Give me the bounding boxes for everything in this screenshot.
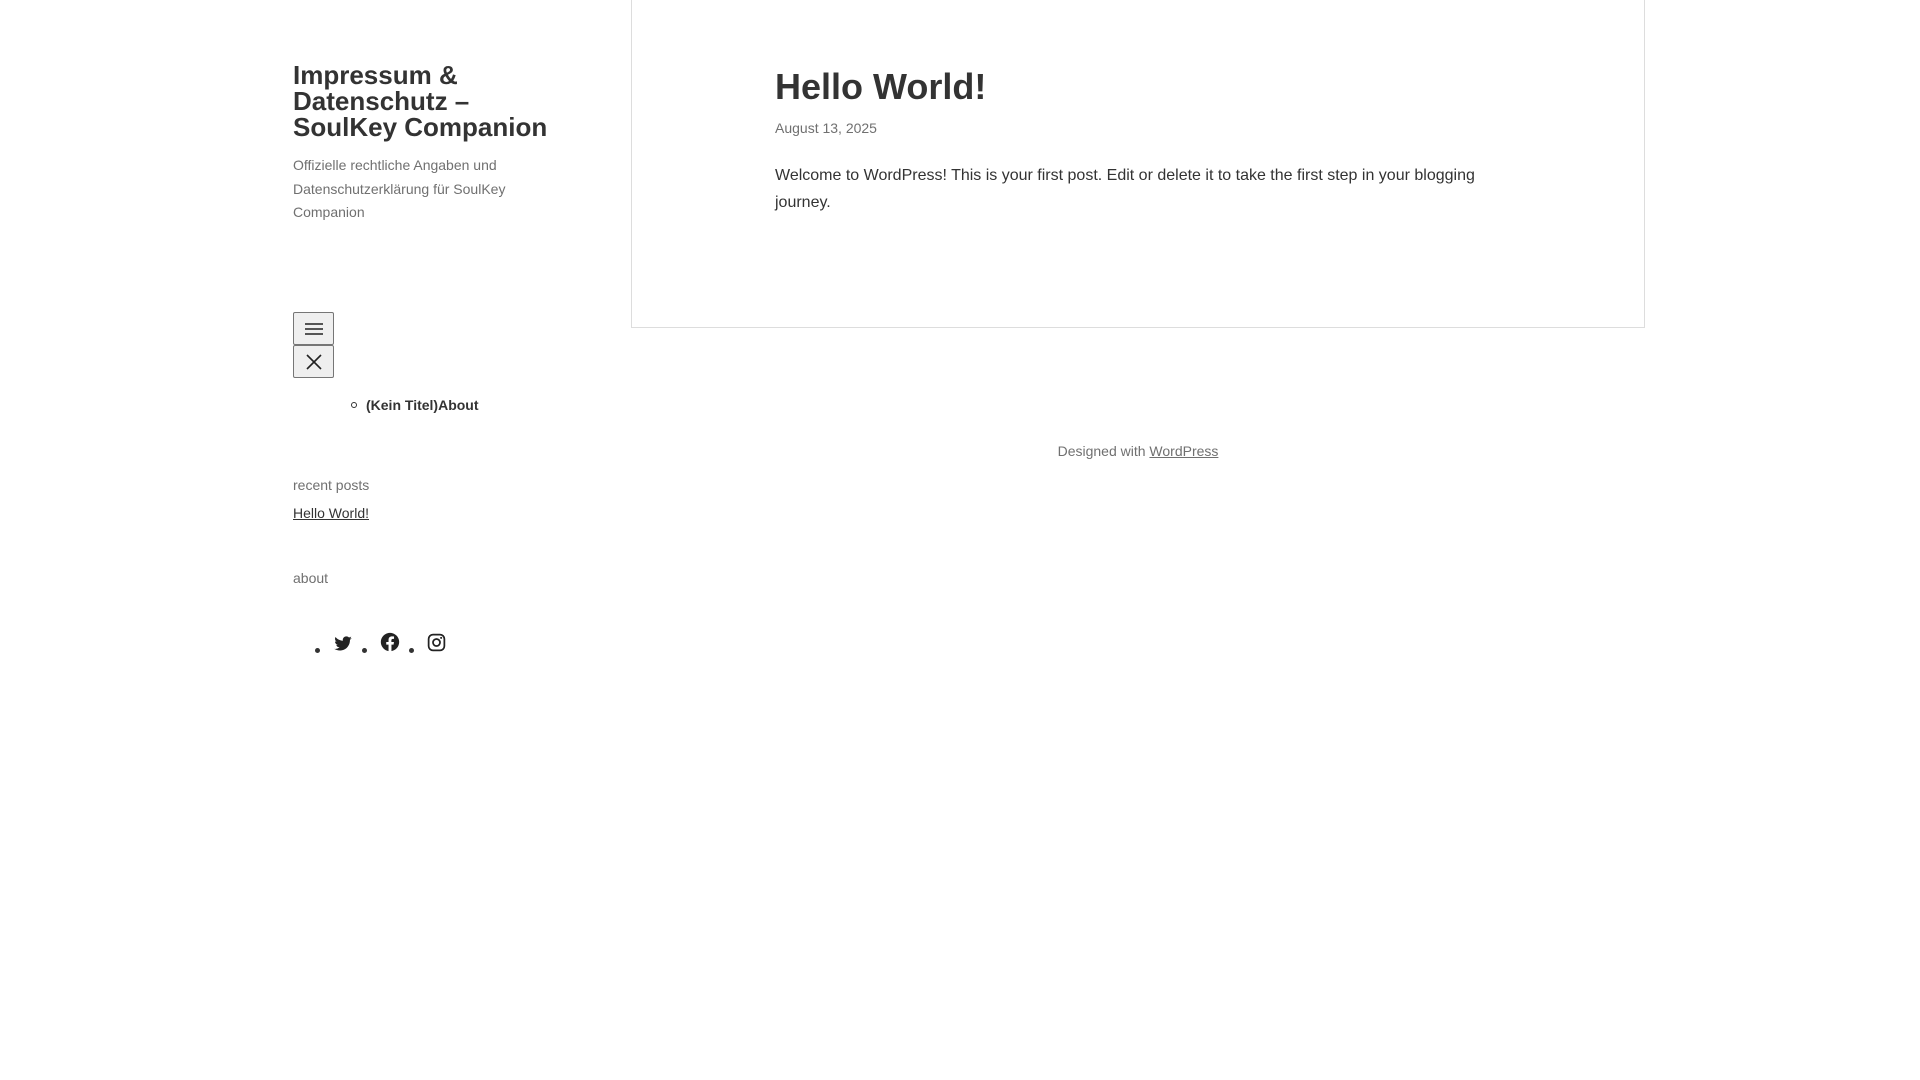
footer-wordpress-link[interactable]: WordPress bbox=[1149, 443, 1218, 459]
recent-posts-heading: recent posts bbox=[293, 477, 370, 493]
instagram-icon[interactable] bbox=[426, 632, 447, 653]
post-content: Welcome to WordPress! This is your first… bbox=[775, 167, 1475, 211]
site-description: Offizielle rechtliche Angaben und Datens… bbox=[293, 157, 506, 220]
footer-credit-text: Designed with bbox=[1057, 443, 1150, 459]
menu-open-button[interactable] bbox=[293, 312, 334, 345]
hamburger-menu-icon bbox=[304, 322, 324, 336]
social-item-facebook bbox=[362, 631, 401, 653]
post-date[interactable]: August 13, 2025 bbox=[775, 120, 877, 136]
menu-close-button[interactable] bbox=[293, 345, 334, 378]
list-bullet bbox=[315, 648, 320, 653]
list-bullet bbox=[351, 402, 357, 408]
sidebar: Impressum & Datenschutz – SoulKey Compan… bbox=[293, 62, 573, 653]
close-icon bbox=[305, 353, 323, 371]
social-item-instagram bbox=[409, 632, 447, 653]
post-card: Hello World! August 13, 2025 Welcome to … bbox=[631, 0, 1645, 328]
twitter-icon[interactable] bbox=[332, 633, 354, 653]
post-title[interactable]: Hello World! bbox=[775, 65, 986, 109]
facebook-icon[interactable] bbox=[379, 631, 401, 653]
navigation-menu: (Kein Titel)About bbox=[351, 396, 479, 414]
site-footer: Designed with WordPress bbox=[631, 443, 1645, 459]
recent-post-link[interactable]: Hello World! bbox=[293, 505, 369, 521]
social-links bbox=[315, 631, 455, 653]
about-heading: about bbox=[293, 570, 329, 586]
site-title[interactable]: Impressum & Datenschutz – SoulKey Compan… bbox=[293, 62, 573, 140]
list-bullet bbox=[362, 648, 367, 653]
menu-item-label: (Kein Titel)About bbox=[366, 397, 479, 413]
list-bullet bbox=[409, 648, 414, 653]
social-item-twitter bbox=[315, 633, 354, 653]
menu-item[interactable]: (Kein Titel)About bbox=[351, 396, 479, 414]
